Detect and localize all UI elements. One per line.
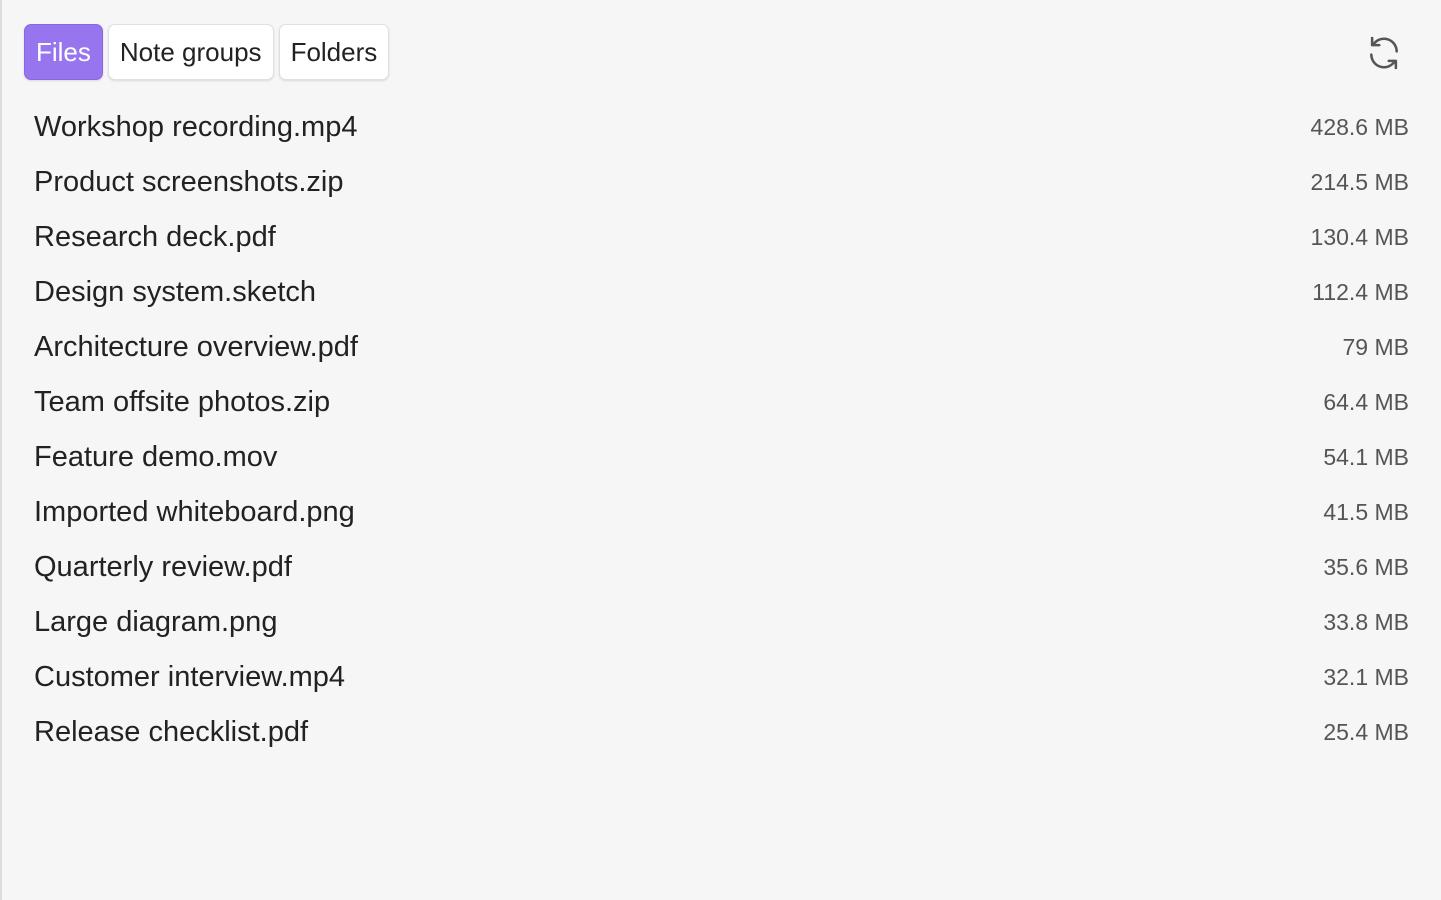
- storage-panel: Files Note groups Folders Workshop recor…: [0, 0, 1441, 900]
- file-row[interactable]: Product screenshots.zip 214.5 MB: [34, 155, 1409, 210]
- file-size: 130.4 MB: [1310, 224, 1409, 250]
- file-name: Feature demo.mov: [34, 441, 278, 473]
- file-row[interactable]: Design system.sketch 112.4 MB: [34, 265, 1409, 320]
- file-row[interactable]: Release checklist.pdf 25.4 MB: [34, 705, 1409, 760]
- file-row[interactable]: Workshop recording.mp4 428.6 MB: [34, 100, 1409, 155]
- file-row[interactable]: Team offsite photos.zip 64.4 MB: [34, 375, 1409, 430]
- file-name: Workshop recording.mp4: [34, 111, 358, 143]
- file-list: Workshop recording.mp4 428.6 MB Product s…: [34, 100, 1409, 760]
- file-size: 112.4 MB: [1312, 279, 1409, 305]
- file-size: 33.8 MB: [1323, 609, 1409, 635]
- file-name: Product screenshots.zip: [34, 166, 344, 198]
- file-size: 79 MB: [1342, 334, 1409, 360]
- file-row[interactable]: Customer interview.mp4 32.1 MB: [34, 650, 1409, 705]
- file-size: 214.5 MB: [1310, 169, 1409, 195]
- tab-bar: Files Note groups Folders: [24, 24, 1419, 80]
- toolbar: Files Note groups Folders: [24, 24, 1419, 84]
- file-row[interactable]: Imported whiteboard.png 41.5 MB: [34, 485, 1409, 540]
- tab-files[interactable]: Files: [24, 24, 103, 80]
- file-size: 25.4 MB: [1323, 719, 1409, 745]
- file-size: 35.6 MB: [1323, 554, 1409, 580]
- file-row[interactable]: Quarterly review.pdf 35.6 MB: [34, 540, 1409, 595]
- file-row[interactable]: Feature demo.mov 54.1 MB: [34, 430, 1409, 485]
- refresh-icon: [1370, 36, 1398, 70]
- file-name: Design system.sketch: [34, 276, 317, 308]
- file-name: Research deck.pdf: [34, 221, 276, 253]
- file-name: Imported whiteboard.png: [34, 496, 355, 528]
- file-row[interactable]: Research deck.pdf 130.4 MB: [34, 210, 1409, 265]
- file-size: 54.1 MB: [1323, 444, 1409, 470]
- file-name: Release checklist.pdf: [34, 716, 309, 748]
- file-name: Team offsite photos.zip: [34, 386, 331, 418]
- refresh-button[interactable]: [1365, 34, 1403, 72]
- tab-folders[interactable]: Folders: [278, 24, 390, 80]
- tab-note-groups[interactable]: Note groups: [107, 24, 274, 80]
- file-size: 64.4 MB: [1323, 389, 1409, 415]
- file-row[interactable]: Architecture overview.pdf 79 MB: [34, 320, 1409, 375]
- file-name: Customer interview.mp4: [34, 661, 346, 693]
- file-size: 428.6 MB: [1310, 114, 1409, 140]
- file-row[interactable]: Large diagram.png 33.8 MB: [34, 595, 1409, 650]
- file-size: 32.1 MB: [1323, 664, 1409, 690]
- file-name: Architecture overview.pdf: [34, 331, 358, 363]
- file-name: Large diagram.png: [34, 606, 278, 638]
- file-name: Quarterly review.pdf: [34, 551, 292, 583]
- file-size: 41.5 MB: [1323, 499, 1409, 525]
